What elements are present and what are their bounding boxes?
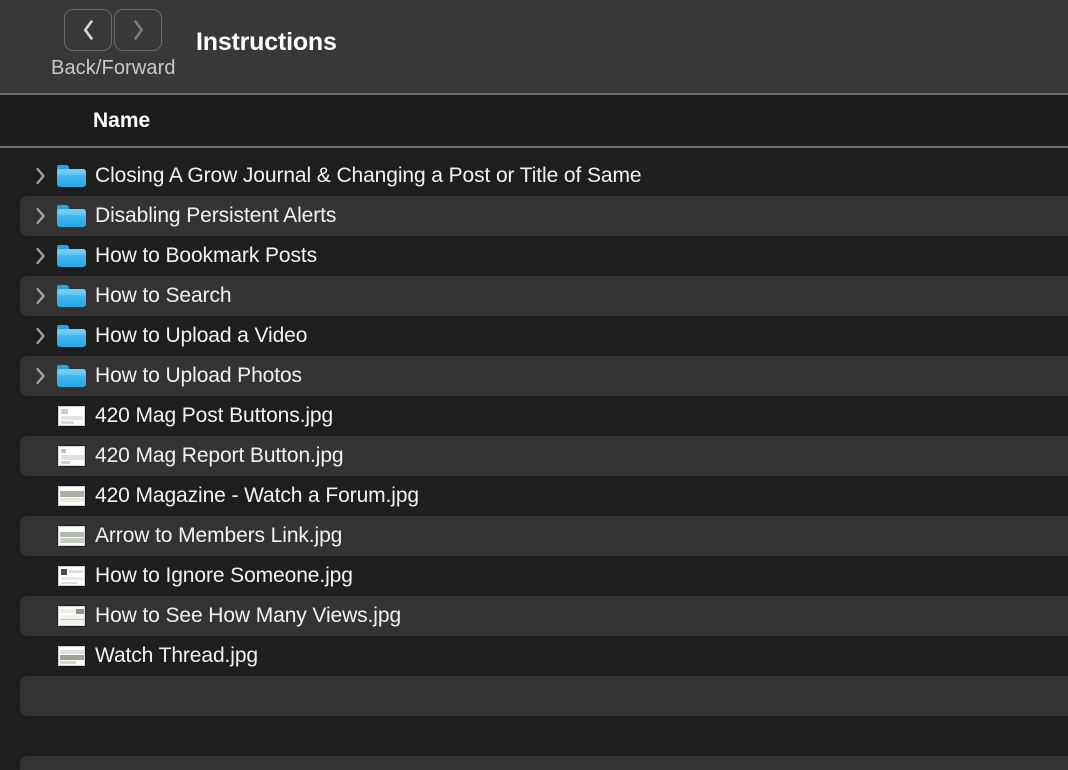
row-icon-cell <box>53 446 89 466</box>
row-icon-cell <box>53 285 89 307</box>
file-name-label: Closing A Grow Journal & Changing a Post… <box>95 164 642 187</box>
folder-icon <box>56 365 86 387</box>
disclosure-spacer <box>29 447 51 465</box>
row-icon-cell <box>53 245 89 267</box>
window-toolbar: Back/Forward Instructions <box>0 0 1068 93</box>
row-icon-cell <box>53 365 89 387</box>
file-list-row[interactable]: 420 Magazine - Watch a Forum.jpg <box>20 476 1068 516</box>
disclosure-chevron-right-icon[interactable] <box>29 327 51 345</box>
image-thumbnail-icon <box>57 646 85 666</box>
empty-list-row <box>20 716 1068 756</box>
file-name-label: 420 Mag Report Button.jpg <box>95 444 344 467</box>
column-header-bar: Name <box>0 93 1068 148</box>
file-list-row[interactable]: How to Ignore Someone.jpg <box>20 556 1068 596</box>
row-icon-cell <box>53 566 89 586</box>
file-list-row[interactable]: How to Search <box>20 276 1068 316</box>
file-list-row[interactable]: How to See How Many Views.jpg <box>20 596 1068 636</box>
row-icon-cell <box>53 406 89 426</box>
file-list: Closing A Grow Journal & Changing a Post… <box>0 148 1068 770</box>
chevron-left-icon <box>83 20 93 40</box>
forward-button[interactable] <box>114 9 163 51</box>
row-icon-cell <box>53 165 89 187</box>
page-title: Instructions <box>196 28 337 56</box>
nav-group-label: Back/Forward <box>51 57 176 79</box>
back-button[interactable] <box>64 9 113 51</box>
folder-icon <box>56 205 86 227</box>
file-list-row[interactable]: How to Upload Photos <box>20 356 1068 396</box>
navigation-button-group: Back/Forward <box>51 9 176 80</box>
image-thumbnail-icon <box>57 406 85 426</box>
file-name-label: 420 Mag Post Buttons.jpg <box>95 404 334 427</box>
column-header-name[interactable]: Name <box>93 109 150 133</box>
disclosure-spacer <box>29 487 51 505</box>
disclosure-spacer <box>29 647 51 665</box>
file-name-label: 420 Magazine - Watch a Forum.jpg <box>95 484 420 507</box>
disclosure-spacer <box>29 407 51 425</box>
file-list-row[interactable]: Arrow to Members Link.jpg <box>20 516 1068 556</box>
disclosure-spacer <box>29 607 51 625</box>
file-name-label: Arrow to Members Link.jpg <box>95 524 343 547</box>
chevron-right-icon <box>133 20 143 40</box>
row-icon-cell <box>53 646 89 666</box>
file-name-label: How to Upload a Video <box>95 324 308 347</box>
file-name-label: Disabling Persistent Alerts <box>95 204 337 227</box>
folder-icon <box>56 165 86 187</box>
empty-list-row <box>20 756 1068 770</box>
file-list-row[interactable]: How to Upload a Video <box>20 316 1068 356</box>
folder-icon <box>56 245 86 267</box>
file-name-label: How to Bookmark Posts <box>95 244 317 267</box>
row-icon-cell <box>53 606 89 626</box>
image-thumbnail-icon <box>57 446 85 466</box>
disclosure-chevron-right-icon[interactable] <box>29 247 51 265</box>
disclosure-spacer <box>29 527 51 545</box>
row-icon-cell <box>53 526 89 546</box>
image-thumbnail-icon <box>57 486 85 506</box>
folder-icon <box>56 325 86 347</box>
file-name-label: How to See How Many Views.jpg <box>95 604 402 627</box>
disclosure-chevron-right-icon[interactable] <box>29 367 51 385</box>
disclosure-chevron-right-icon[interactable] <box>29 287 51 305</box>
image-thumbnail-icon <box>57 606 85 626</box>
row-icon-cell <box>53 205 89 227</box>
file-name-label: How to Search <box>95 284 232 307</box>
image-thumbnail-icon <box>57 526 85 546</box>
file-list-row[interactable]: How to Bookmark Posts <box>20 236 1068 276</box>
image-thumbnail-icon <box>57 566 85 586</box>
file-name-label: How to Upload Photos <box>95 364 302 387</box>
disclosure-chevron-right-icon[interactable] <box>29 167 51 185</box>
file-name-label: Watch Thread.jpg <box>95 644 258 667</box>
row-icon-cell <box>53 486 89 506</box>
file-list-row[interactable]: Closing A Grow Journal & Changing a Post… <box>20 156 1068 196</box>
disclosure-spacer <box>29 567 51 585</box>
file-name-label: How to Ignore Someone.jpg <box>95 564 353 587</box>
file-list-row[interactable]: Disabling Persistent Alerts <box>20 196 1068 236</box>
disclosure-chevron-right-icon[interactable] <box>29 207 51 225</box>
file-list-row[interactable]: 420 Mag Report Button.jpg <box>20 436 1068 476</box>
folder-icon <box>56 285 86 307</box>
file-list-row[interactable]: Watch Thread.jpg <box>20 636 1068 676</box>
row-icon-cell <box>53 325 89 347</box>
file-list-row[interactable]: 420 Mag Post Buttons.jpg <box>20 396 1068 436</box>
nav-buttons <box>64 9 163 51</box>
empty-list-row <box>20 676 1068 716</box>
